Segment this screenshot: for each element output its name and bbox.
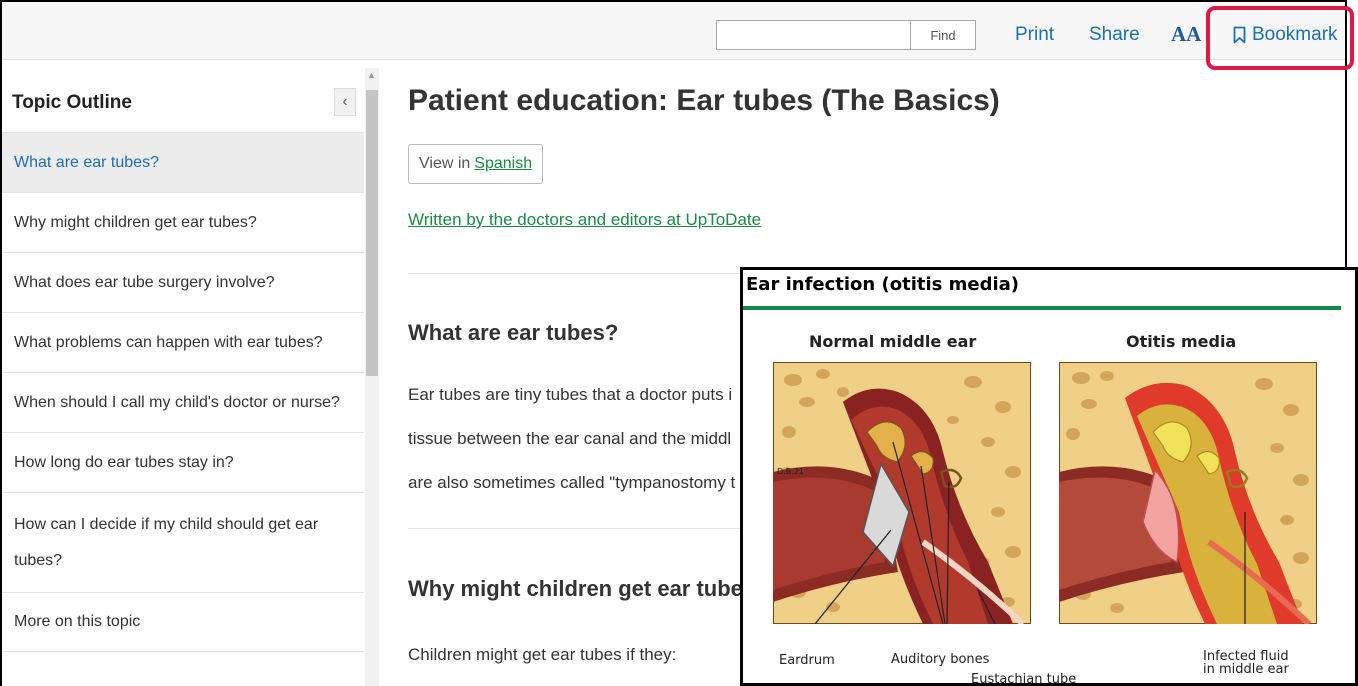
view-in-label: View in [419,155,471,172]
sidebar-item-how-long[interactable]: How long do ear tubes stay in? [2,432,364,492]
sidebar-item-label: How long do ear tubes stay in? [14,453,234,471]
sidebar-item-label: What does ear tube surgery involve? [14,273,275,291]
sidebar-item-decide[interactable]: How can I decide if my child should get … [2,492,364,592]
sidebar-title: Topic Outline [12,92,132,113]
spanish-link[interactable]: Spanish [474,155,532,173]
collapse-sidebar-button[interactable]: ‹ [334,88,356,116]
written-by-link[interactable]: Written by the doctors and editors at Up… [408,210,761,230]
sidebar-item-label: More on this topic [14,613,141,630]
sidebar-item-label: When should I call my child's doctor or … [14,393,340,411]
scroll-thumb[interactable] [366,90,378,376]
sidebar-item-what-are-ear-tubes[interactable]: What are ear tubes? [2,132,364,192]
paragraph-line: tissue between the ear canal and the mid… [408,429,732,448]
print-link[interactable]: Print [1015,24,1054,46]
sidebar-item-label: Why might children get ear tubes? [14,213,257,231]
font-size-button[interactable]: AA [1171,22,1201,47]
topic-outline-sidebar: Topic Outline ‹ What are ear tubes? Why … [2,68,364,686]
caption-auditory-bones: Auditory bones [891,652,990,667]
paragraph-line: are also sometimes called "tympanostomy … [408,473,736,492]
bookmark-button[interactable]: Bookmark [1233,24,1338,46]
caption-infected-fluid-line2: in middle ear [1203,662,1289,677]
panel-label-otitis: Otitis media [1126,332,1237,351]
scroll-up-arrow-icon[interactable]: ▲ [367,70,376,80]
section-heading-what-are: What are ear tubes? [408,320,619,345]
panel-label-normal: Normal middle ear [809,332,977,351]
search-box: Find [716,20,976,50]
caption-eardrum: Eardrum [779,653,835,668]
caption-eustachian-tube: Eustachian tube [971,672,1077,686]
sidebar-item-call-doctor[interactable]: When should I call my child's doctor or … [2,372,364,432]
view-in-spanish-button[interactable]: View in Spanish [408,144,544,184]
outline-list: What are ear tubes? Why might children g… [2,132,364,652]
figure-title: Ear infection (otitis media) [746,274,1020,295]
toolbar [2,2,1345,60]
paragraph-line: Ear tubes are tiny tubes that a doctor p… [408,385,733,404]
ear-infection-figure: Ear infection (otitis media) Normal midd… [740,267,1358,686]
normal-middle-ear-illustration: D.B.21 [773,362,1031,624]
chevron-left-icon: ‹ [342,93,348,110]
find-button[interactable]: Find [910,21,975,49]
page-title: Patient education: Ear tubes (The Basics… [408,84,1000,117]
sidebar-item-why-children[interactable]: Why might children get ear tubes? [2,192,364,252]
sidebar-item-surgery[interactable]: What does ear tube surgery involve? [2,252,364,312]
section-heading-why-might: Why might children get ear tubes? [408,576,769,601]
sidebar-scrollbar[interactable]: ▲ [365,68,379,686]
bookmark-icon [1233,26,1246,44]
sidebar-item-label: What problems can happen with ear tubes? [14,333,323,351]
share-link[interactable]: Share [1089,24,1140,46]
svg-text:D.B.21: D.B.21 [777,467,804,476]
sidebar-item-label: How can I decide if my child should get … [14,515,319,569]
figure-title-rule [743,306,1341,310]
sidebar-item-label: What are ear tubes? [14,153,159,171]
otitis-media-illustration [1059,362,1317,624]
paragraph-line: Children might get ear tubes if they: [408,645,677,664]
sidebar-item-problems[interactable]: What problems can happen with ear tubes? [2,312,364,372]
search-input[interactable] [717,21,910,49]
sidebar-item-more[interactable]: More on this topic [2,592,364,652]
bookmark-label: Bookmark [1252,24,1338,45]
